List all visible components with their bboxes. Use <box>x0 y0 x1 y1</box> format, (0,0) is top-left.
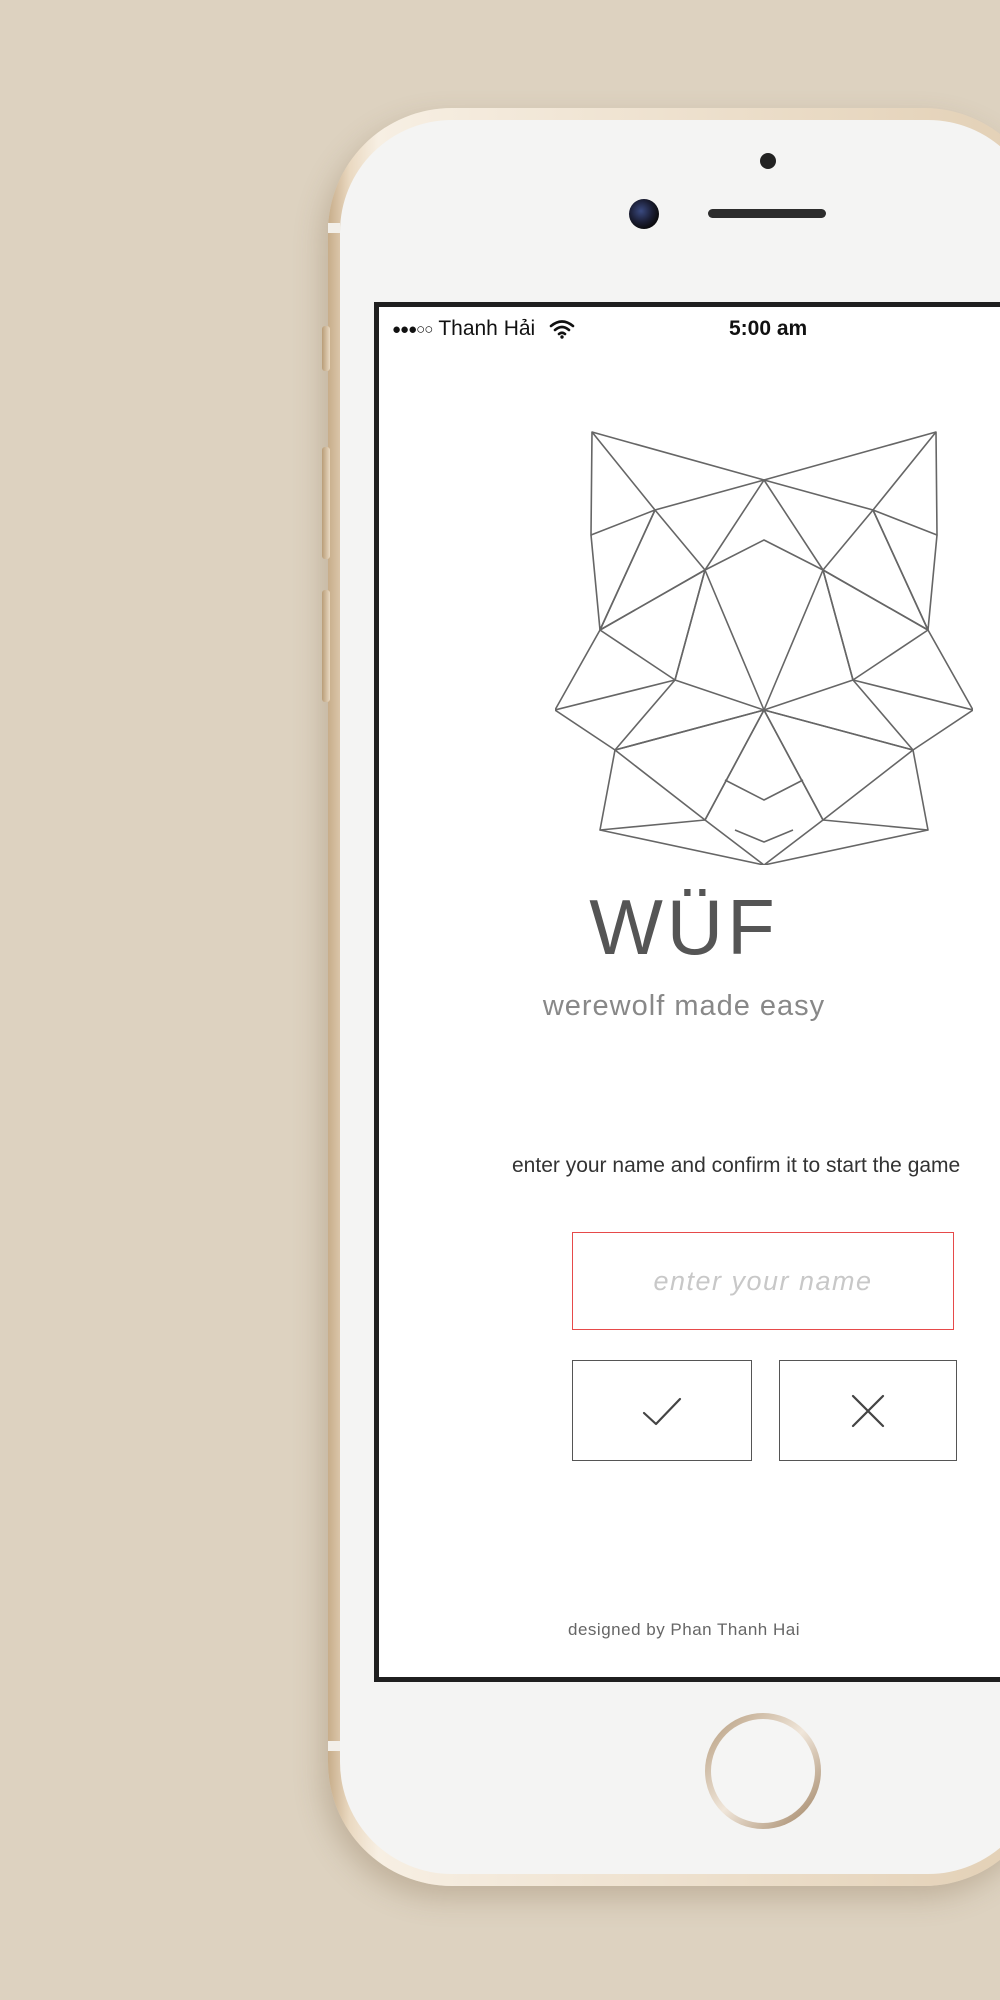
app-title: WÜF <box>589 883 779 971</box>
close-icon <box>851 1394 885 1427</box>
status-time: 5:00 am <box>729 317 808 340</box>
cancel-button[interactable] <box>779 1360 957 1461</box>
confirm-button[interactable] <box>572 1360 752 1461</box>
front-camera <box>629 199 659 229</box>
volume-up-button <box>322 447 330 559</box>
earpiece-speaker <box>708 209 826 218</box>
proximity-sensor <box>760 153 776 169</box>
geometric-wolf-head-icon <box>555 431 973 865</box>
designer-credit: designed by Phan Thanh Hai <box>568 1620 800 1639</box>
home-button[interactable] <box>711 1719 815 1823</box>
mute-switch <box>322 326 330 371</box>
carrier-info: ●●●○○ Thanh Hải <box>392 317 575 341</box>
check-icon <box>642 1397 682 1425</box>
carrier-name: Thanh Hải <box>438 317 536 340</box>
antenna-line <box>328 1741 340 1751</box>
name-input[interactable] <box>572 1232 954 1330</box>
wifi-icon <box>549 320 575 339</box>
instruction-text: enter your name and confirm it to start … <box>512 1154 961 1177</box>
antenna-line <box>328 223 340 233</box>
app-subtitle: werewolf made easy <box>542 990 826 1022</box>
status-bar: ●●●○○ Thanh Hải 5:00 am <box>379 317 1000 343</box>
app-screen: ●●●○○ Thanh Hải 5:00 am WÜF werewolf mad… <box>379 307 1000 1677</box>
volume-down-button <box>322 590 330 702</box>
signal-strength: ●●●○○ <box>392 320 433 338</box>
